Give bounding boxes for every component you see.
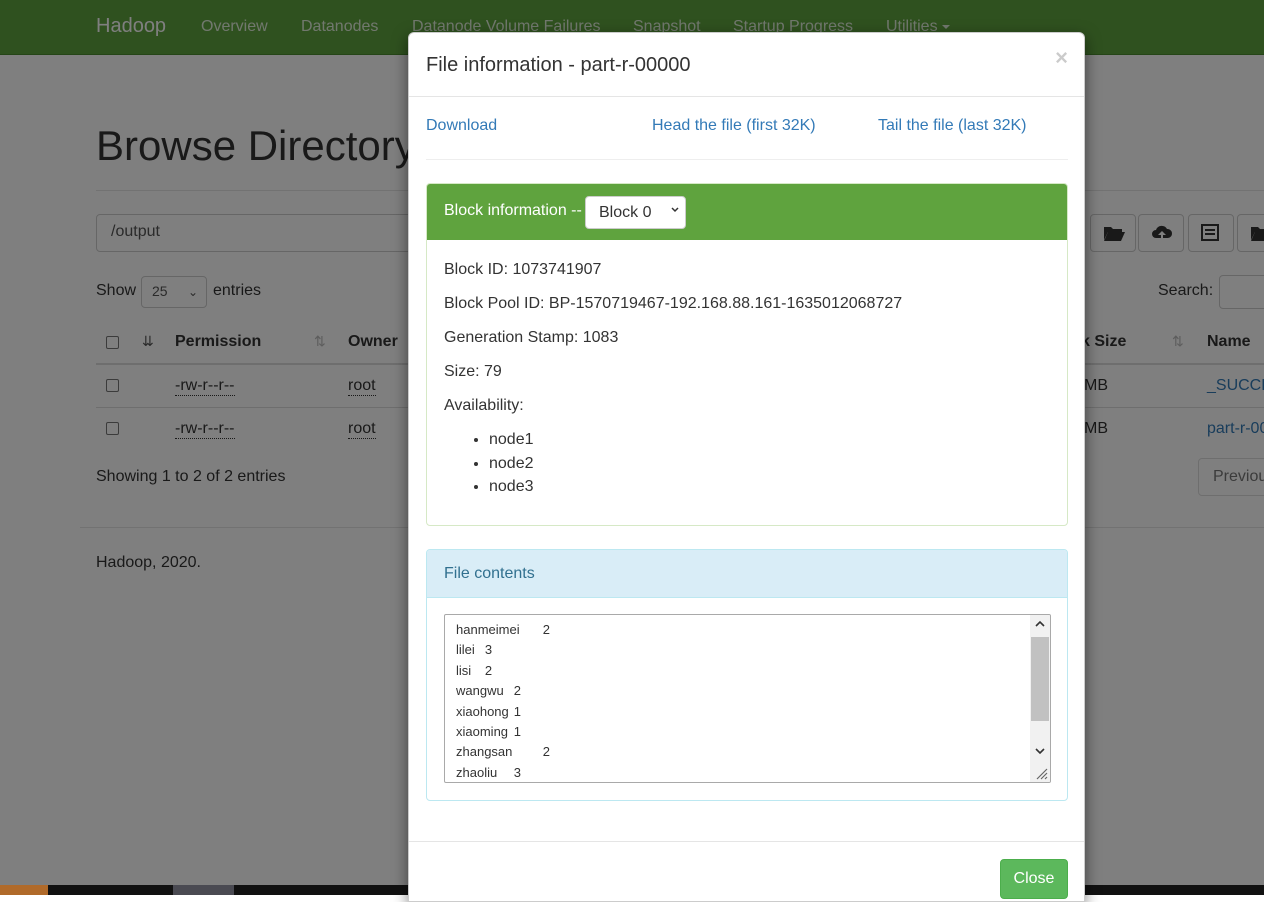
- list-item: node1: [489, 428, 534, 452]
- availability-label: Availability:: [444, 397, 524, 414]
- file-contents-lines: hanmeimei 2 lilei 3 lisi 2 wangwu 2 xiao…: [456, 620, 550, 782]
- block-select[interactable]: Block 0: [585, 196, 686, 229]
- list-item: xiaoming 1: [456, 724, 522, 740]
- block-select-value: Block 0: [599, 204, 652, 221]
- modal-title: File information - part-r-00000: [426, 54, 691, 76]
- list-item: hanmeimei 2: [456, 622, 550, 637]
- list-item: xiaohong 1: [456, 703, 522, 719]
- modal-header: File information - part-r-00000 ×: [409, 33, 1084, 97]
- chevron-up-icon[interactable]: [1035, 619, 1045, 629]
- block-information-panel: Block information -- Block 0 Block ID: 1…: [426, 183, 1068, 526]
- vertical-scrollbar[interactable]: [1030, 615, 1050, 782]
- list-item: lilei 3: [456, 642, 493, 658]
- availability-list: node1 node2 node3: [444, 428, 534, 499]
- list-item: node2: [489, 452, 534, 476]
- block-information-title: Block information --: [444, 202, 582, 219]
- modal-footer-divider: [409, 841, 1084, 842]
- resize-grip-icon[interactable]: [1034, 766, 1048, 780]
- block-id: Block ID: 1073741907: [444, 261, 602, 278]
- block-size: Size: 79: [444, 363, 502, 380]
- block-pool-id: Block Pool ID: BP-1570719467-192.168.88.…: [444, 295, 903, 312]
- file-contents-title: File contents: [444, 565, 535, 582]
- list-item: zhangsan 2: [456, 744, 550, 760]
- scrollbar-thumb[interactable]: [1031, 637, 1049, 721]
- chevron-down-icon: [671, 207, 679, 213]
- close-icon[interactable]: ×: [1055, 47, 1068, 69]
- strip-segment: [173, 885, 234, 895]
- list-item: lisi 2: [456, 662, 493, 678]
- file-contents-panel: File contents hanmeimei 2 lilei 3 lisi 2…: [426, 549, 1068, 801]
- list-item: node3: [489, 475, 534, 499]
- file-contents-textarea[interactable]: hanmeimei 2 lilei 3 lisi 2 wangwu 2 xiao…: [444, 614, 1051, 783]
- tail-file-link[interactable]: Tail the file (last 32K): [878, 117, 1027, 135]
- divider: [426, 159, 1068, 160]
- file-information-modal: File information - part-r-00000 × Downlo…: [408, 32, 1085, 902]
- list-item: wangwu 2: [456, 683, 522, 699]
- panel-heading: Block information -- Block 0: [427, 184, 1067, 240]
- strip-segment: [0, 885, 48, 895]
- panel-heading: File contents: [427, 550, 1067, 598]
- chevron-down-icon[interactable]: [1035, 746, 1045, 756]
- generation-stamp: Generation Stamp: 1083: [444, 329, 619, 346]
- head-file-link[interactable]: Head the file (first 32K): [652, 117, 816, 135]
- download-link[interactable]: Download: [426, 117, 497, 135]
- list-item: zhaoliu 3: [456, 764, 522, 780]
- close-button[interactable]: Close: [1000, 859, 1068, 899]
